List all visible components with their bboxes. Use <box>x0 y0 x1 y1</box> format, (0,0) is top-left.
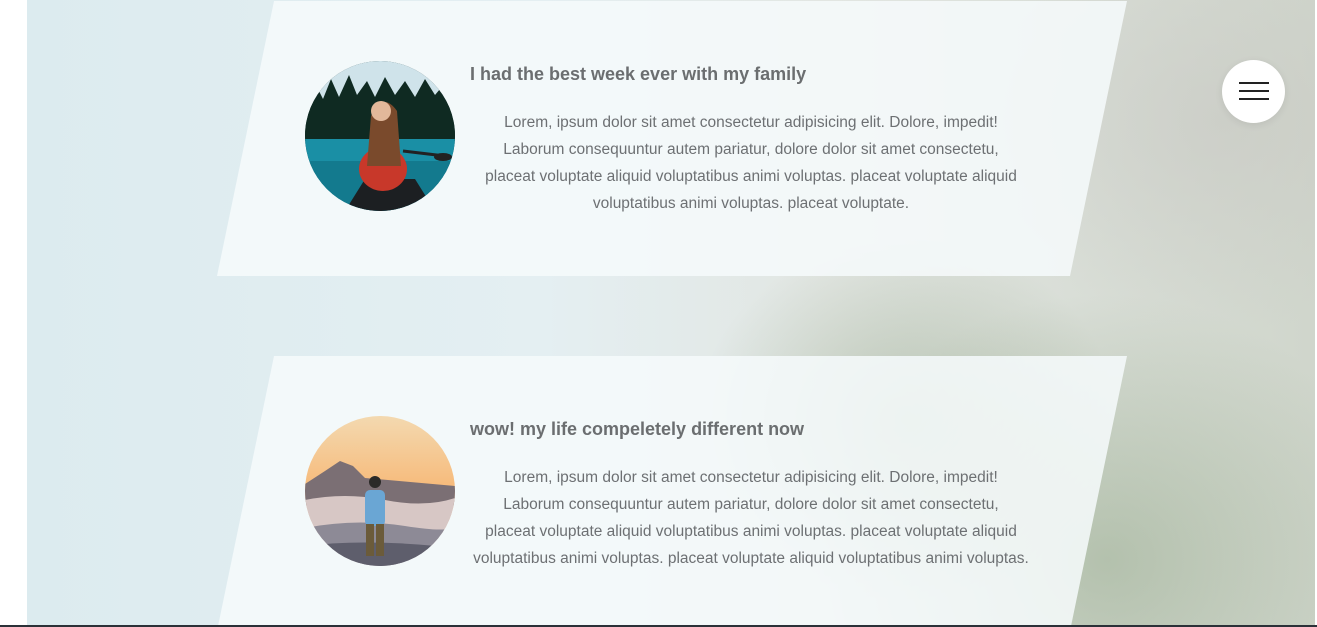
testimonial-line: Lorem, ipsum dolor sit amet consectetur … <box>504 114 998 131</box>
testimonial-line: placeat voluptate aliquid voluptatibus a… <box>485 523 1017 540</box>
testimonial-line: voluptatibus animi voluptas. placeat vol… <box>592 195 910 212</box>
testimonial-card: I had the best week ever with my family … <box>217 1 1127 276</box>
hero-background: I had the best week ever with my family … <box>27 0 1315 625</box>
testimonial-line: voluptatibus animi voluptas. placeat vol… <box>473 550 1029 567</box>
testimonial-line: Laborum consequuntur autem pariatur, dol… <box>503 496 999 513</box>
testimonial-title: wow! my life compeletely different now <box>470 419 805 439</box>
testimonial-text: Lorem, ipsum dolor sit amet consectetur … <box>461 109 1041 217</box>
testimonial-card: wow! my life compeletely different now L… <box>217 356 1127 625</box>
testimonial-line: Laborum consequuntur autem pariatur, dol… <box>503 141 999 158</box>
testimonial-line: Lorem, ipsum dolor sit amet consectetur … <box>504 469 998 486</box>
avatar <box>305 416 455 566</box>
testimonial-title: I had the best week ever with my family <box>470 64 807 84</box>
menu-button[interactable] <box>1222 60 1285 123</box>
testimonial-text: Lorem, ipsum dolor sit amet consectetur … <box>461 464 1041 572</box>
testimonial-line: placeat voluptate aliquid voluptatibus a… <box>485 168 1017 185</box>
man-on-mountain-photo <box>305 416 455 566</box>
woman-in-canoe-photo <box>305 61 455 211</box>
avatar <box>305 61 455 211</box>
